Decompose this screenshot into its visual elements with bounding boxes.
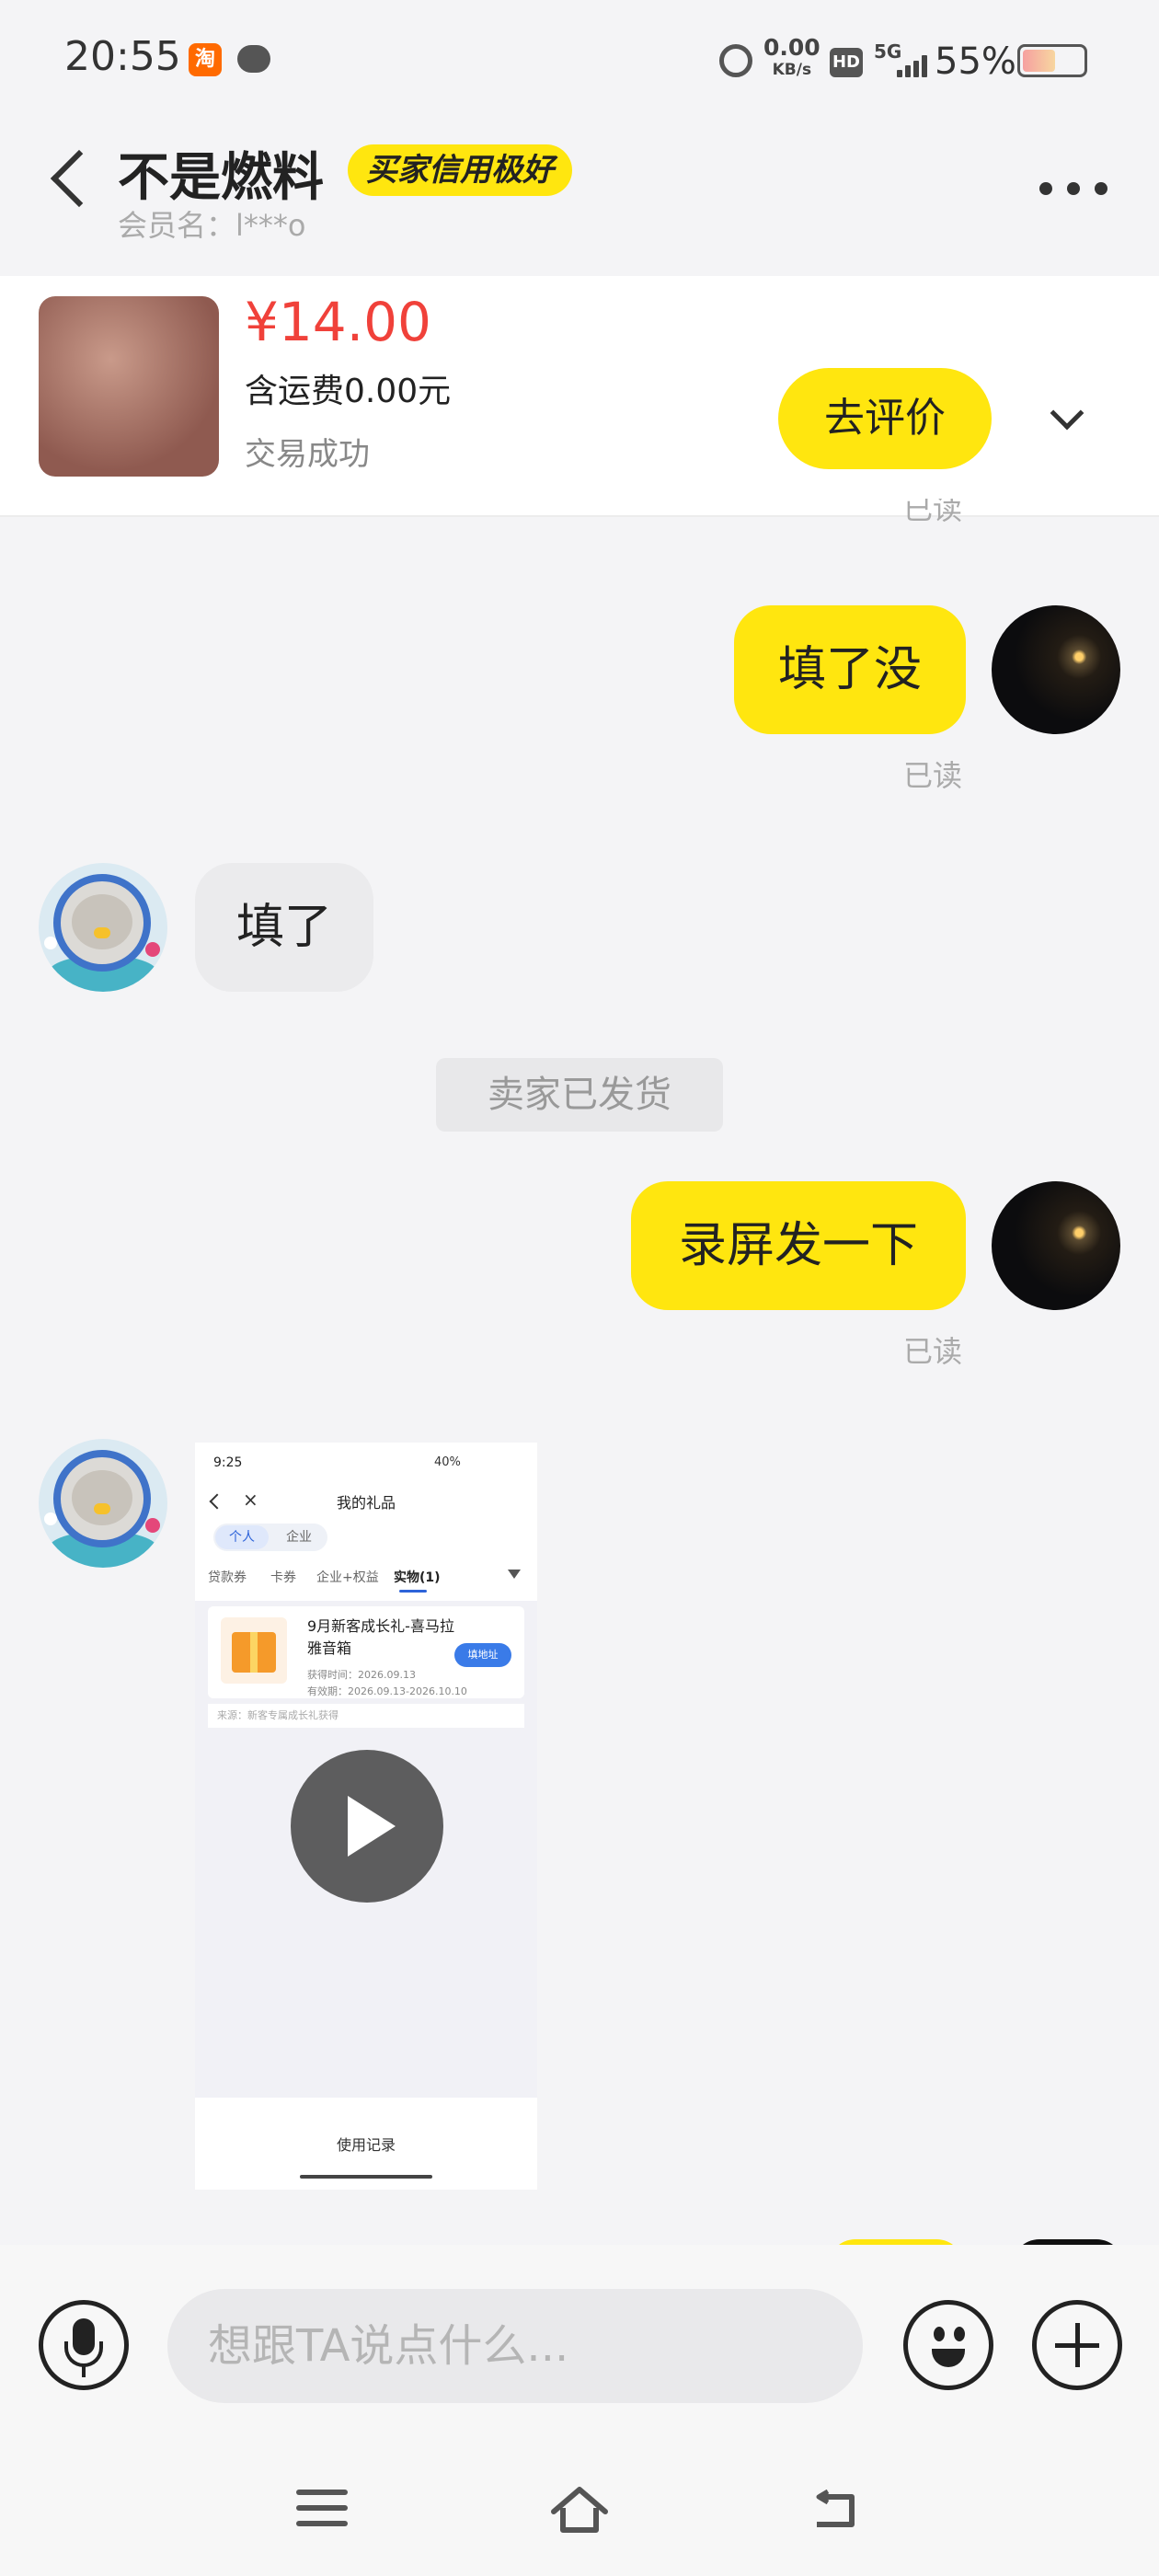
video-status-time: 9:25 xyxy=(213,1455,243,1470)
credit-badge: 买家信用极好 xyxy=(348,144,572,196)
more-icon[interactable] xyxy=(1039,182,1107,195)
video-gift-valid: 有效期：2026.09.13-2026.10.10 xyxy=(307,1685,467,1697)
product-thumbnail[interactable] xyxy=(39,296,219,477)
message-input[interactable] xyxy=(167,2289,863,2403)
video-gift-title: 9月新客成长礼-喜马拉雅音箱 xyxy=(307,1617,454,1657)
trade-status: 交易成功 xyxy=(245,436,370,473)
video-home-indicator xyxy=(300,2175,432,2179)
video-tab: 卡券 xyxy=(270,1570,296,1585)
video-tab: 企业+权益 xyxy=(316,1570,379,1585)
video-fill-address-button: 填地址 xyxy=(454,1643,511,1667)
gift-ribbon-icon xyxy=(250,1632,258,1673)
status-time: 20:55 xyxy=(64,33,181,80)
signal-bars-icon xyxy=(897,55,935,77)
play-icon[interactable] xyxy=(291,1750,443,1903)
battery-level-fill xyxy=(1023,50,1055,72)
system-message: 卖家已发货 xyxy=(436,1058,723,1132)
read-receipt-text: 已读 xyxy=(903,499,963,526)
shipping-info: 含运费0.00元 xyxy=(245,373,452,410)
member-name: 会员名：l***o xyxy=(118,208,306,243)
network-speed-unit: KB/s xyxy=(772,61,812,79)
video-gift-meta: 获得时间：2026.09.13 有效期：2026.09.13-2026.10.1… xyxy=(307,1667,467,1700)
alarm-icon xyxy=(719,44,752,77)
video-segment-personal: 个人 xyxy=(215,1525,269,1549)
network-speed: 0.00 KB/s xyxy=(763,34,820,81)
read-receipt: 已读 xyxy=(903,758,963,793)
message-notification-icon xyxy=(237,45,270,73)
emoji-icon[interactable] xyxy=(903,2300,993,2390)
my-avatar[interactable] xyxy=(992,605,1120,734)
seller-avatar[interactable] xyxy=(39,863,167,992)
hd-icon: HD xyxy=(830,48,863,77)
add-icon[interactable] xyxy=(1032,2300,1122,2390)
return-icon[interactable] xyxy=(811,2490,863,2530)
chat-title: 不是燃料 xyxy=(118,148,324,208)
seller-avatar[interactable] xyxy=(39,1439,167,1568)
video-page-title: 我的礼品 xyxy=(336,1494,396,1512)
video-segment-company: 企业 xyxy=(286,1530,312,1545)
battery-percent: 55% xyxy=(935,40,1016,83)
video-gift-source: 来源：新客专属成长礼获得 xyxy=(208,1704,524,1728)
video-gift-time: 获得时间：2026.09.13 xyxy=(307,1669,416,1681)
video-tab: 贷款券 xyxy=(208,1570,247,1585)
mic-icon-leg xyxy=(82,2366,86,2377)
back-icon[interactable] xyxy=(50,149,109,208)
video-tab-active: 实物(1) xyxy=(394,1570,441,1585)
my-avatar[interactable] xyxy=(992,1181,1120,1310)
video-filter-icon xyxy=(508,1570,521,1579)
video-usage-record: 使用记录 xyxy=(336,2136,396,2154)
review-button[interactable]: 去评价 xyxy=(778,368,992,469)
product-price: ¥14.00 xyxy=(245,291,431,353)
network-speed-value: 0.00 xyxy=(763,34,820,61)
video-status-battery: 40% xyxy=(434,1455,461,1469)
message-bubble-incoming[interactable]: 填了 xyxy=(195,863,373,992)
read-receipt: 已读 xyxy=(903,499,962,530)
video-tab-underline xyxy=(399,1590,427,1593)
home-icon[interactable] xyxy=(548,2484,611,2536)
message-bubble-outgoing[interactable]: 填了没 xyxy=(734,605,966,734)
message-bubble-outgoing[interactable]: 录屏发一下 xyxy=(631,1181,966,1310)
menu-icon[interactable] xyxy=(296,2490,348,2526)
taobao-app-icon: 淘 xyxy=(189,43,222,76)
read-receipt: 已读 xyxy=(903,1334,963,1369)
